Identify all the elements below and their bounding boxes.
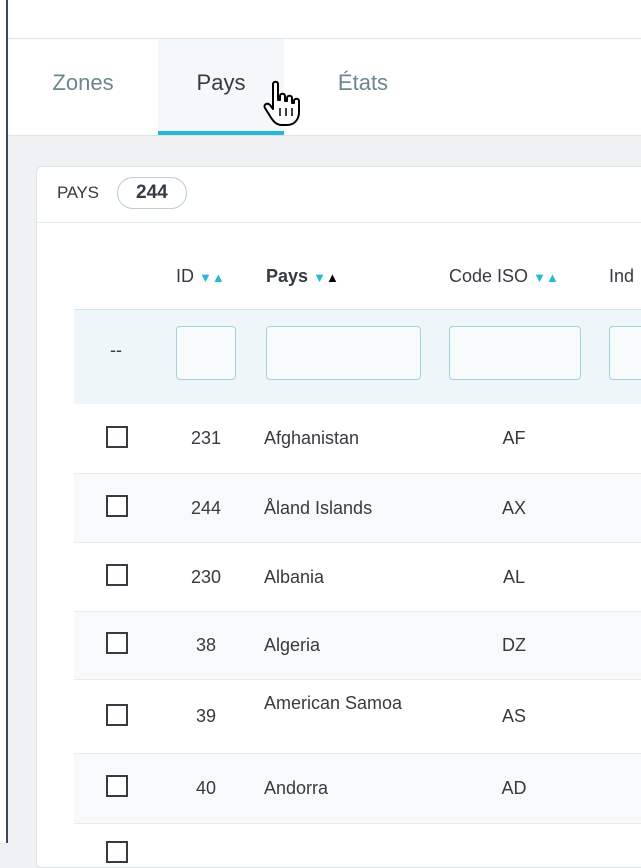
row-checkbox[interactable] — [106, 841, 128, 863]
table-row[interactable]: 231 Afghanistan AF — [74, 404, 641, 474]
sort-desc-icon[interactable]: ▼ — [533, 270, 546, 285]
row-checkbox[interactable] — [106, 632, 128, 654]
column-header-id-label: ID — [176, 266, 194, 286]
row-name: Albania — [264, 567, 325, 587]
tab-bar: Zones Pays États — [8, 39, 641, 136]
tab-zones[interactable]: Zones — [8, 39, 158, 135]
row-checkbox[interactable] — [106, 775, 128, 797]
sort-asc-icon[interactable]: ▲ — [546, 270, 559, 285]
filter-row: -- — [74, 309, 641, 405]
column-header-pays[interactable]: Pays ▼▲ — [266, 266, 339, 287]
row-name: Andorra — [264, 778, 329, 798]
column-header-iso[interactable]: Code ISO ▼▲ — [449, 266, 559, 287]
row-id: 39 — [195, 706, 217, 726]
sort-desc-icon[interactable]: ▼ — [313, 270, 326, 285]
sort-desc-icon[interactable]: ▼ — [199, 270, 212, 285]
tab-etats-label: États — [337, 70, 389, 95]
row-name: American Samoa — [264, 693, 403, 713]
row-id: 231 — [190, 428, 222, 448]
filter-ind-input[interactable] — [609, 326, 641, 380]
column-header-iso-label: Code ISO — [449, 266, 529, 286]
tab-pays-label: Pays — [196, 70, 246, 95]
row-iso: DZ — [502, 635, 526, 655]
tab-etats[interactable]: États — [308, 39, 418, 135]
column-header-ind[interactable]: Ind — [609, 266, 634, 287]
card-title: PAYS — [57, 183, 99, 202]
row-checkbox[interactable] — [106, 426, 128, 448]
column-header-pays-label: Pays — [266, 266, 309, 286]
row-name: Åland Islands — [264, 498, 373, 518]
sort-asc-icon[interactable]: ▲ — [326, 270, 339, 285]
row-id: 40 — [195, 778, 217, 798]
filter-iso-input[interactable] — [449, 326, 581, 380]
top-bar — [8, 0, 641, 39]
filter-pays-input[interactable] — [266, 326, 421, 380]
row-name: Afghanistan — [264, 428, 360, 448]
row-iso: AX — [501, 498, 526, 518]
count-badge: 244 — [117, 177, 187, 209]
table-row[interactable]: 40 Andorra AD — [74, 754, 641, 824]
row-name: Algeria — [264, 635, 321, 655]
window-border — [0, 0, 8, 843]
row-checkbox[interactable] — [106, 495, 128, 517]
row-iso: AD — [501, 778, 527, 798]
row-iso: AS — [501, 706, 526, 726]
column-header-ind-label: Ind — [609, 266, 635, 286]
row-id: 38 — [195, 635, 217, 655]
table-row[interactable] — [74, 824, 641, 864]
row-checkbox[interactable] — [106, 704, 128, 726]
row-iso: AL — [502, 567, 526, 587]
table-row[interactable]: 230 Albania AL — [74, 543, 641, 612]
tab-zones-label: Zones — [52, 70, 114, 95]
table-row[interactable]: 244 Åland Islands AX — [74, 474, 641, 543]
hand-cursor-icon — [263, 80, 300, 126]
sort-asc-icon[interactable]: ▲ — [212, 270, 225, 285]
card-header: PAYS 244 — [37, 167, 641, 223]
filter-dash: -- — [110, 340, 122, 360]
table-row[interactable]: 39 American Samoa AS — [74, 680, 641, 754]
row-checkbox[interactable] — [106, 564, 128, 586]
row-id: 244 — [190, 498, 222, 518]
row-iso: AF — [502, 428, 526, 448]
column-header-id[interactable]: ID ▼▲ — [176, 266, 225, 287]
table-row[interactable]: 38 Algeria DZ — [74, 612, 641, 680]
row-id: 230 — [190, 567, 222, 587]
filter-id-input[interactable] — [176, 326, 236, 380]
